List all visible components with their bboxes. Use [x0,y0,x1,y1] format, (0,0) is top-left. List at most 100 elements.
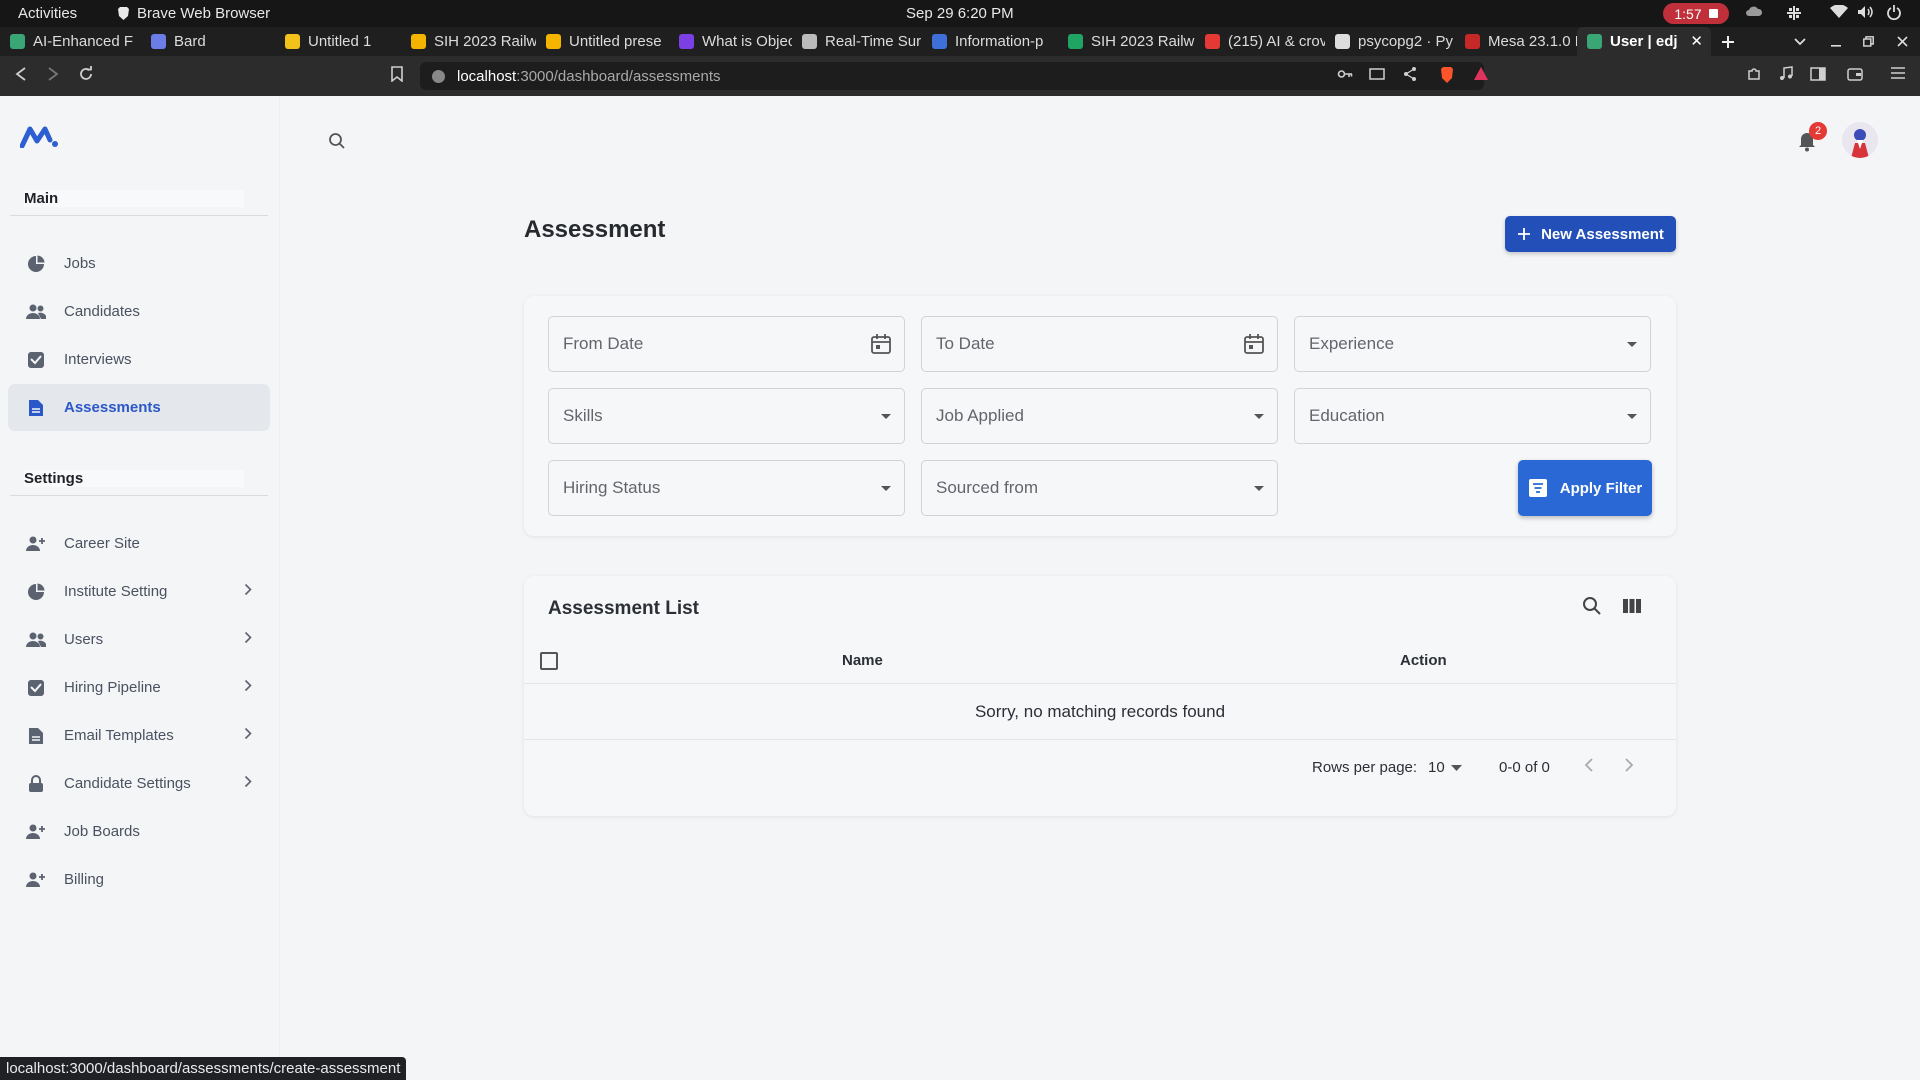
restore-window-button[interactable] [1856,27,1880,56]
experience-select[interactable]: Experience [1294,316,1651,372]
network-tray-icon[interactable] [1786,5,1802,21]
browser-tab[interactable]: What is Objec [669,27,792,56]
app-viewport: Main Jobs Candidates Interviews Assessments… [0,96,1920,1080]
minimize-window-button[interactable] [1824,27,1848,56]
dropdown-arrow-icon [1253,413,1265,420]
dropdown-arrow-icon [1450,764,1462,771]
calendar-icon[interactable] [1243,333,1265,355]
browser-tab[interactable]: AI-Enhanced F [0,27,141,56]
calendar-icon[interactable] [870,333,892,355]
reload-button[interactable] [78,66,94,82]
sidebar-item-candidate-settings[interactable]: Candidate Settings [8,760,270,807]
close-tab-icon[interactable]: ✕ [1690,32,1703,50]
screen-recording-indicator[interactable]: 1:57 [1663,3,1729,24]
hiring-status-select[interactable]: Hiring Status [548,460,905,516]
media-button[interactable] [1778,66,1794,82]
education-select[interactable]: Education [1294,388,1651,444]
select-all-checkbox[interactable] [540,652,558,670]
browser-tab[interactable]: Bard [141,27,275,56]
previous-page-button[interactable] [1583,757,1595,773]
browser-tab[interactable]: Real-Time Sur [792,27,922,56]
sidebar-toggle-button[interactable] [1810,66,1826,82]
puzzle-icon [1748,68,1760,80]
extensions-button[interactable] [1746,66,1762,82]
wifi-icon[interactable] [1830,5,1848,19]
sidebar-item-candidates[interactable]: Candidates [8,288,270,335]
global-search-button[interactable] [328,132,346,150]
browser-tab[interactable]: psycopg2 · Py [1325,27,1455,56]
dropdown-arrow-icon [1626,413,1638,420]
forward-button[interactable] [46,66,60,82]
sidebar-panel-icon [1810,67,1826,81]
wallet-button[interactable] [1847,66,1863,82]
column-header-name[interactable]: Name [842,652,883,669]
to-date-input[interactable]: To Date [921,316,1278,372]
back-button[interactable] [14,66,28,82]
tab-label: Information-p [955,33,1044,50]
new-assessment-button[interactable]: New Assessment [1505,216,1676,252]
new-tab-button[interactable] [1716,27,1740,56]
bookmark-button[interactable] [391,66,403,82]
restore-icon [1862,36,1874,47]
sidebar-item-assessments[interactable]: Assessments [8,384,270,431]
browser-tab[interactable]: User | edj ✕ [1577,27,1711,56]
next-page-button[interactable] [1623,757,1635,773]
to-date-placeholder: To Date [936,334,995,353]
skills-select[interactable]: Skills [548,388,905,444]
sidebar-item-hiring-pipeline[interactable]: Hiring Pipeline [8,664,270,711]
activities-button[interactable]: Activities [18,5,77,22]
browser-tab[interactable]: SIH 2023 Railw [1058,27,1195,56]
brave-rewards-button[interactable] [1473,66,1489,82]
cloud-icon[interactable] [1745,5,1763,17]
cast-button[interactable] [1369,66,1385,82]
sidebar-item-email-templates[interactable]: Email Templates [8,712,270,759]
sidebar-item-career-site[interactable]: Career Site [8,520,270,567]
section-main-label: Main [24,190,244,207]
sidebar-item-jobs[interactable]: Jobs [8,240,270,287]
job-applied-select[interactable]: Job Applied [921,388,1278,444]
user-avatar[interactable] [1842,122,1878,158]
share-button[interactable] [1402,66,1418,82]
sourced-from-select[interactable]: Sourced from [921,460,1278,516]
browser-tab[interactable]: SIH 2023 Railw [401,27,536,56]
volume-icon[interactable] [1857,5,1875,19]
plus-icon [1518,228,1531,240]
site-info-icon[interactable] [432,69,445,83]
browser-tab[interactable]: Untitled 1 [275,27,401,56]
dropdown-arrow-icon [880,485,892,492]
brave-lion-icon [118,7,129,20]
apply-filter-button[interactable]: Apply Filter [1518,460,1652,516]
sidebar-item-interviews[interactable]: Interviews [8,336,270,383]
sidebar-item-billing[interactable]: Billing [8,856,270,903]
table-search-button[interactable] [1582,596,1602,616]
link-hover-status-url: localhost:3000/dashboard/assessments/cre… [0,1057,407,1080]
from-date-input[interactable]: From Date [548,316,905,372]
dropdown-arrow-icon [880,413,892,420]
browser-tab[interactable]: Mesa 23.1.0 R [1455,27,1577,56]
notifications-button[interactable]: 2 [1797,122,1827,152]
browser-tab[interactable]: Information-p [922,27,1058,56]
browser-menu-button[interactable] [1890,66,1906,80]
address-bar[interactable]: localhost:3000/dashboard/assessments [420,62,1484,90]
stop-icon [1708,9,1718,18]
app-menu[interactable]: Brave Web Browser [117,5,270,22]
close-window-button[interactable] [1890,27,1914,56]
view-columns-button[interactable] [1622,596,1642,616]
power-icon[interactable] [1886,5,1902,21]
sidebar-item-job-boards[interactable]: Job Boards [8,808,270,855]
sidebar-item-institute-setting[interactable]: Institute Setting [8,568,270,615]
brand-logo[interactable] [20,126,60,148]
tab-label: Real-Time Sur [825,33,922,50]
from-date-placeholder: From Date [563,334,644,353]
browser-tab[interactable]: (215) AI & crov [1195,27,1325,56]
url-path: :3000/dashboard/assessments [516,67,721,85]
tab-favicon-icon [679,34,694,49]
tab-search-button[interactable] [1788,27,1812,56]
rows-per-page-select[interactable]: 10 [1428,759,1462,776]
brave-shields-button[interactable] [1439,66,1455,84]
password-key-button[interactable] [1337,66,1353,82]
clock[interactable]: Sep 29 6:20 PM [906,5,1014,22]
browser-toolbar: localhost:3000/dashboard/assessments [0,56,1920,96]
browser-tab[interactable]: Untitled prese [536,27,669,56]
sidebar-item-users[interactable]: Users [8,616,270,663]
